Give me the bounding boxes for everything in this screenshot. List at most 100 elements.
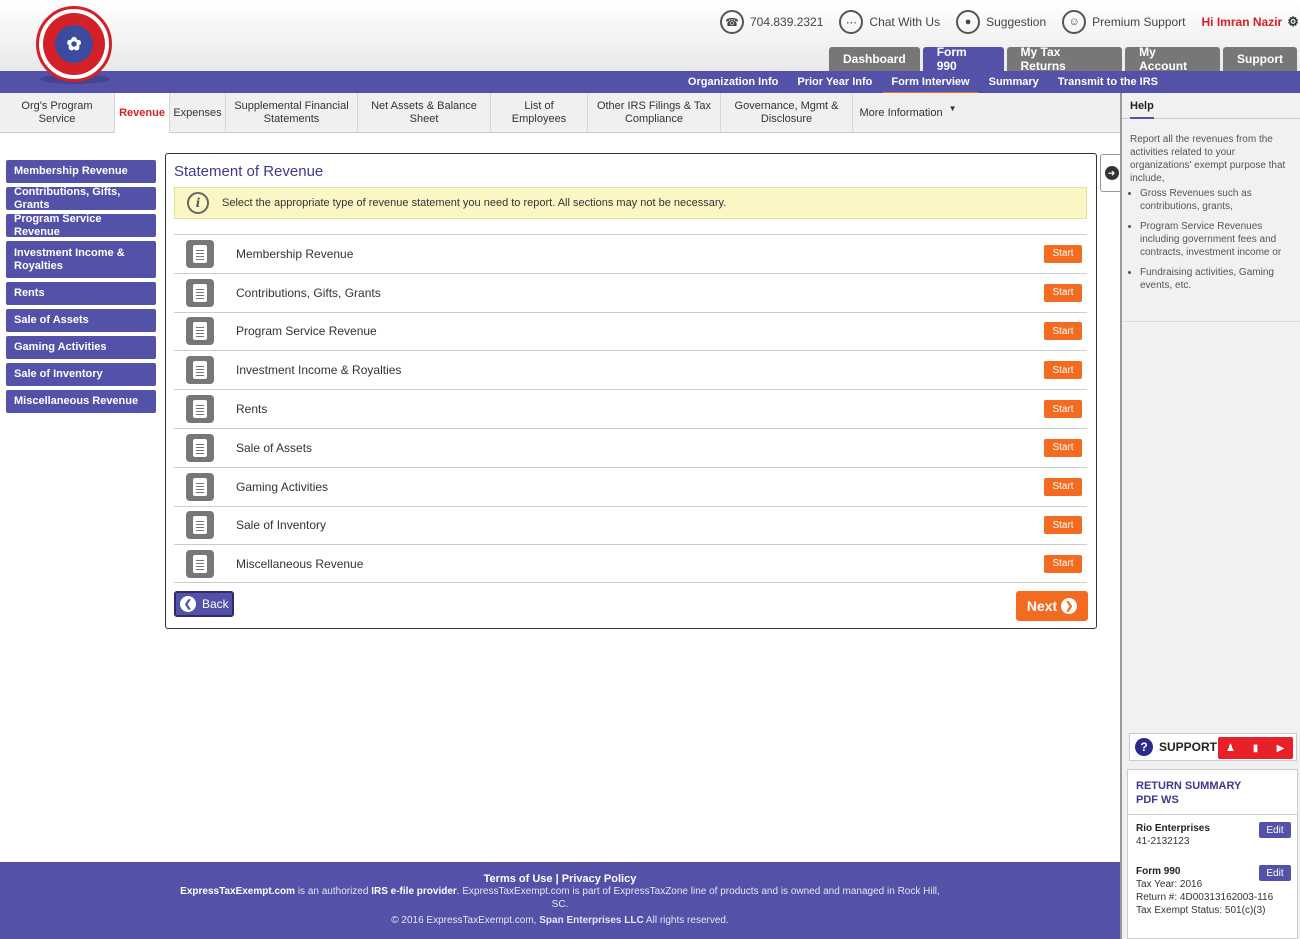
organization-name: Rio Enterprises (1136, 823, 1210, 834)
help-intro: Report all the revenues from the activit… (1130, 134, 1286, 184)
footer-disclaimer: ExpressTaxExempt.com is an authorized IR… (180, 885, 940, 911)
privacy-link[interactable]: Privacy Policy (562, 873, 637, 885)
document-icon (186, 549, 214, 578)
subnav-organization-info[interactable]: Organization Info (688, 71, 778, 93)
start-button[interactable]: Start (1044, 322, 1082, 341)
info-icon: i (187, 192, 209, 214)
start-button[interactable]: Start (1044, 361, 1082, 380)
video-icon[interactable]: ▶ (1268, 737, 1293, 759)
caret-down-icon: ▼ (948, 103, 957, 113)
subnav-summary[interactable]: Summary (989, 71, 1039, 93)
list-item-label: Contributions, Gifts, Grants (236, 285, 381, 300)
divider (1128, 814, 1297, 815)
footer-text-part: is an authorized (295, 886, 372, 897)
tab-dashboard[interactable]: Dashboard (829, 47, 920, 71)
start-button[interactable]: Start (1044, 400, 1082, 419)
list-item: Sale of Inventory Start (174, 505, 1087, 545)
support-widget: ? SUPPORT ♟ ▮ ▶ (1129, 733, 1297, 761)
phone-icon: ☎ (720, 10, 744, 34)
section-tab-employees[interactable]: List of Employees (491, 93, 588, 133)
left-nav-miscellaneous-revenue[interactable]: Miscellaneous Revenue (6, 390, 156, 413)
left-nav-membership-revenue[interactable]: Membership Revenue (6, 160, 156, 183)
edit-form-button[interactable]: Edit (1259, 865, 1291, 881)
support-label: SUPPORT (1159, 740, 1218, 754)
question-icon: ? (1135, 738, 1153, 756)
section-tab-other-filings[interactable]: Other IRS Filings & Tax Compliance (588, 93, 721, 133)
start-button[interactable]: Start (1044, 477, 1082, 496)
phone-link[interactable]: ☎ 704.839.2321 (720, 10, 823, 34)
left-nav-sale-of-inventory[interactable]: Sale of Inventory (6, 363, 156, 386)
user-icon: ☺ (1062, 10, 1087, 34)
section-tab-more-information[interactable]: More Information ▼ (853, 93, 963, 133)
info-text: Select the appropriate type of revenue s… (222, 197, 727, 209)
tab-support[interactable]: Support (1223, 47, 1297, 71)
company-name: Span Enterprises LLC (539, 915, 644, 926)
tab-my-account[interactable]: My Account (1125, 45, 1220, 73)
logo[interactable]: ✿ (36, 6, 112, 82)
list-item: Rents Start (174, 389, 1087, 428)
copyright-text: © 2016 ExpressTaxExempt.com, (391, 915, 540, 926)
help-title: Help (1130, 100, 1154, 119)
statement-of-revenue-card: Statement of Revenue i Select the approp… (165, 153, 1097, 629)
chat-bubble-icon[interactable]: ▮ (1243, 737, 1268, 759)
next-label: Next (1026, 598, 1058, 614)
list-item: Gaming Activities Start (174, 466, 1087, 506)
left-nav-gaming-activities[interactable]: Gaming Activities (6, 336, 156, 359)
left-nav-sale-of-assets[interactable]: Sale of Assets (6, 309, 156, 332)
subnav-form-interview[interactable]: Form Interview (883, 71, 978, 95)
footer-site-name: ExpressTaxExempt.com (180, 886, 296, 897)
back-label: Back (202, 597, 229, 611)
edit-organization-button[interactable]: Edit (1259, 822, 1291, 838)
list-item: Investment Income & Royalties Start (174, 350, 1087, 389)
sub-navigation-bar: Organization Info Prior Year Info Form I… (0, 71, 1300, 95)
footer-links: Terms of Use | Privacy Policy (0, 873, 1120, 885)
section-tab-supplemental[interactable]: Supplemental Financial Statements (226, 93, 358, 133)
section-tab-governance[interactable]: Governance, Mgmt & Disclosure (721, 93, 853, 133)
document-icon (186, 356, 214, 385)
section-tab-expenses[interactable]: Expenses (170, 93, 226, 133)
footer: Terms of Use | Privacy Policy ExpressTax… (0, 862, 1120, 939)
tab-my-tax-returns[interactable]: My Tax Returns (1006, 45, 1123, 73)
terms-link[interactable]: Terms of Use (484, 873, 553, 885)
subnav-transmit[interactable]: Transmit to the IRS (1058, 71, 1158, 93)
left-nav-rents[interactable]: Rents (6, 282, 156, 305)
help-list-item: Gross Revenues such as contributions, gr… (1140, 187, 1298, 213)
organization-ein: 41-2132123 (1136, 836, 1190, 847)
back-button[interactable]: ❮ Back (174, 591, 234, 617)
help-collapse-toggle[interactable]: ➜ (1100, 154, 1122, 192)
next-button[interactable]: Next ❯ (1016, 591, 1088, 621)
rights-text: All rights reserved. (643, 915, 729, 926)
gear-icon[interactable]: ⚙ (1287, 14, 1299, 30)
start-button[interactable]: Start (1044, 516, 1082, 535)
help-list: Gross Revenues such as contributions, gr… (1140, 187, 1298, 292)
tab-form-990[interactable]: Form 990 (922, 45, 1004, 73)
section-tab-net-assets[interactable]: Net Assets & Balance Sheet (358, 93, 491, 133)
subnav-prior-year-info[interactable]: Prior Year Info (797, 71, 872, 93)
list-item: Sale of Assets Start (174, 427, 1087, 467)
start-button[interactable]: Start (1044, 244, 1082, 263)
suggestion-link[interactable]: ● Suggestion (956, 10, 1046, 34)
left-nav-contributions[interactable]: Contributions, Gifts, Grants (6, 186, 156, 211)
section-tab-revenue[interactable]: Revenue (115, 93, 170, 133)
tax-exempt-status: Tax Exempt Status: 501(c)(3) (1136, 905, 1266, 916)
left-nav-program-service-revenue[interactable]: Program Service Revenue (6, 213, 156, 238)
premium-support-label: Premium Support (1092, 15, 1186, 29)
phone-number: 704.839.2321 (750, 15, 824, 29)
start-button[interactable]: Start (1044, 554, 1082, 573)
premium-support-link[interactable]: ☺ Premium Support (1062, 10, 1186, 34)
list-item-label: Sale of Assets (236, 440, 313, 455)
user-menu[interactable]: Hi Imran Nazir ⚙ (1202, 14, 1299, 30)
left-nav-investment-income[interactable]: Investment Income & Royalties (6, 241, 156, 278)
chat-link[interactable]: ⋯ Chat With Us (839, 10, 940, 34)
page-title: Statement of Revenue (174, 163, 324, 180)
agent-icon[interactable]: ♟ (1218, 737, 1243, 759)
document-icon (186, 395, 214, 424)
help-list-item: Program Service Revenues including gover… (1140, 220, 1298, 259)
support-actions: ♟ ▮ ▶ (1218, 737, 1293, 759)
list-item: Membership Revenue Start (174, 234, 1087, 273)
return-summary-links[interactable]: PDF WS (1136, 793, 1289, 807)
start-button[interactable]: Start (1044, 283, 1082, 302)
section-tab-program-service[interactable]: Org's Program Service (0, 93, 115, 133)
start-button[interactable]: Start (1044, 438, 1082, 457)
help-tab[interactable]: Help (1122, 93, 1300, 119)
